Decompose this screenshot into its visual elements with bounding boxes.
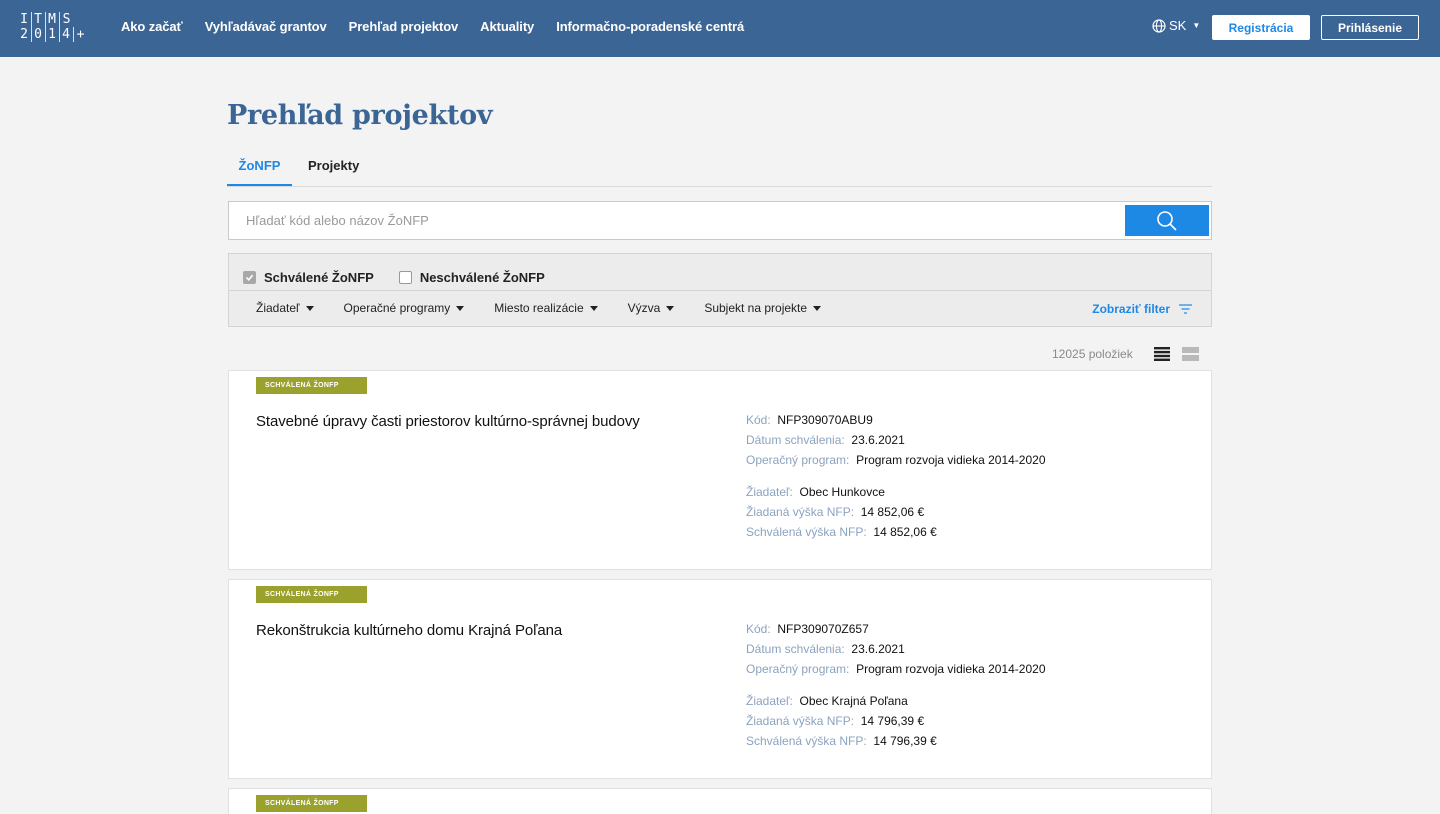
- tab-projekty[interactable]: Projekty: [308, 158, 359, 186]
- tab-bar: ŽoNFP Projekty: [227, 150, 1212, 187]
- caret-down-icon: ▼: [1192, 21, 1201, 30]
- operational-program: Program rozvoja vidieka 2014-2020: [856, 662, 1046, 676]
- project-title[interactable]: Stavebné úpravy časti priestorov kultúrn…: [256, 413, 640, 430]
- meta-label: Žiadateľ:: [746, 694, 793, 708]
- nav-item-prehlad-projektov[interactable]: Prehľad projektov: [349, 19, 459, 34]
- main-nav: Ako začať Vyhľadávač grantov Prehľad pro…: [121, 19, 766, 34]
- show-filter-button[interactable]: Zobraziť filter: [1092, 302, 1193, 316]
- project-code: NFP309070Z657: [777, 622, 869, 636]
- logo-char: I: [18, 12, 32, 27]
- project-meta-financial: Žiadateľ: Obec Krajná Poľana Žiadaná výš…: [746, 691, 937, 751]
- meta-label: Schválená výška NFP:: [746, 734, 867, 748]
- approval-date: 23.6.2021: [851, 642, 905, 656]
- caret-down-icon: [589, 305, 598, 311]
- globe-icon: [1152, 18, 1166, 33]
- dropdown-ziadatel[interactable]: Žiadateľ: [256, 301, 314, 315]
- logo-char: T: [32, 12, 46, 27]
- nav-item-poradenske-centra[interactable]: Informačno-poradenské centrá: [556, 19, 744, 34]
- meta-label: Žiadaná výška NFP:: [746, 505, 855, 519]
- requested-amount: 14 852,06 €: [860, 505, 925, 519]
- approved-checkbox-label: Schválené ŽoNFP: [264, 269, 374, 285]
- meta-label: Žiadateľ:: [746, 485, 793, 499]
- meta-label: Kód:: [746, 413, 771, 427]
- filter-dropdowns: Žiadateľ Operačné programy Miesto realiz…: [256, 301, 851, 315]
- result-count: 12025 položiek: [1052, 347, 1133, 361]
- show-filter-label: Zobraziť filter: [1092, 302, 1170, 316]
- unapproved-checkbox-label: Neschválené ŽoNFP: [419, 269, 545, 285]
- search-button[interactable]: [1125, 205, 1209, 236]
- meta-label: Dátum schválenia:: [746, 433, 845, 447]
- dropdown-operacne-programy[interactable]: Operačné programy: [344, 301, 465, 315]
- tab-zonfp[interactable]: ŽoNFP: [227, 158, 292, 186]
- dropdown-label: Operačné programy: [343, 301, 451, 315]
- card-view-icon[interactable]: [1182, 347, 1199, 361]
- logo-char: 4: [60, 27, 74, 42]
- logo-char: 2: [18, 27, 32, 42]
- search-input[interactable]: [229, 202, 1119, 239]
- language-label: SK: [1169, 18, 1187, 33]
- approval-date: 23.6.2021: [851, 433, 905, 447]
- applicant: Obec Krajná Poľana: [799, 694, 908, 708]
- checkbox-checked-icon: [243, 270, 256, 284]
- search-bar: [228, 201, 1212, 240]
- approved-amount: 14 852,06 €: [873, 525, 937, 539]
- status-badge: SCHVÁLENÁ ŽONFP: [256, 586, 367, 603]
- unapproved-checkbox[interactable]: Neschválené ŽoNFP: [398, 269, 545, 285]
- approved-amount: 14 796,39 €: [873, 734, 937, 748]
- project-meta-primary: Kód: NFP309070ABU9 Dátum schválenia: 23.…: [746, 410, 1046, 470]
- project-meta-primary: Kód: NFP309070Z657 Dátum schválenia: 23.…: [746, 619, 1046, 679]
- top-navigation-bar: I T M S 2 0 1 4 + Ako začať Vyhľadávač g…: [0, 0, 1440, 57]
- logo-char: S: [62, 12, 72, 27]
- applicant: Obec Hunkovce: [799, 485, 885, 499]
- project-card[interactable]: SCHVÁLENÁ ŽONFP Rekonštrukcia kultúrneho…: [228, 579, 1212, 779]
- status-checkboxes: Schválené ŽoNFP Neschválené ŽoNFP: [243, 264, 570, 290]
- project-title[interactable]: Rekonštrukcia kultúrneho domu Krajná Poľ…: [256, 622, 562, 639]
- status-badge: SCHVÁLENÁ ŽONFP: [256, 377, 367, 394]
- logo-char: M: [46, 12, 60, 27]
- operational-program: Program rozvoja vidieka 2014-2020: [856, 453, 1046, 467]
- checkbox-unchecked-icon: [398, 270, 412, 284]
- project-card[interactable]: SCHVÁLENÁ ŽONFP: [228, 788, 1212, 814]
- caret-down-icon: [456, 305, 465, 311]
- meta-label: Dátum schválenia:: [746, 642, 845, 656]
- search-icon: [1157, 210, 1177, 231]
- dropdown-vyzva[interactable]: Výzva: [628, 301, 675, 315]
- meta-label: Žiadaná výška NFP:: [746, 714, 855, 728]
- status-badge: SCHVÁLENÁ ŽONFP: [256, 795, 367, 812]
- page-title: Prehľad projektov: [227, 100, 493, 131]
- logo-char: 0: [32, 27, 46, 42]
- dropdown-label: Subjekt na projekte: [704, 301, 808, 315]
- project-card[interactable]: SCHVÁLENÁ ŽONFP Stavebné úpravy časti pr…: [228, 370, 1212, 570]
- itms-logo[interactable]: I T M S 2 0 1 4 +: [18, 12, 102, 44]
- nav-item-ako-zacat[interactable]: Ako začať: [121, 19, 183, 34]
- filter-icon: [1179, 304, 1192, 314]
- dropdown-subjekt-na-projekte[interactable]: Subjekt na projekte: [704, 301, 822, 315]
- meta-label: Operačný program:: [746, 662, 850, 676]
- logo-char: 1: [46, 27, 60, 42]
- divider: [229, 290, 1211, 291]
- meta-label: Operačný program:: [746, 453, 850, 467]
- nav-item-aktuality[interactable]: Aktuality: [480, 19, 534, 34]
- dropdown-label: Žiadateľ: [256, 301, 300, 315]
- dropdown-label: Výzva: [627, 301, 661, 315]
- filter-panel: Schválené ŽoNFP Neschválené ŽoNFP Žiadat…: [228, 253, 1212, 327]
- dropdown-label: Miesto realizácie: [494, 301, 584, 315]
- project-meta-financial: Žiadateľ: Obec Hunkovce Žiadaná výška NF…: [746, 482, 937, 542]
- project-code: NFP309070ABU9: [777, 413, 873, 427]
- meta-label: Kód:: [746, 622, 771, 636]
- nav-item-vyhladavac-grantov[interactable]: Vyhľadávač grantov: [205, 19, 327, 34]
- register-button[interactable]: Registrácia: [1212, 15, 1310, 40]
- list-view-icon[interactable]: [1154, 347, 1170, 361]
- approved-checkbox[interactable]: Schválené ŽoNFP: [243, 270, 374, 285]
- dropdown-miesto-realizacie[interactable]: Miesto realizácie: [494, 301, 598, 315]
- caret-down-icon: [305, 305, 314, 311]
- meta-label: Schválená výška NFP:: [746, 525, 867, 539]
- logo-char: +: [76, 27, 86, 42]
- language-selector[interactable]: SK ▼: [1152, 18, 1200, 33]
- caret-down-icon: [813, 305, 822, 311]
- requested-amount: 14 796,39 €: [860, 714, 925, 728]
- caret-down-icon: [666, 305, 675, 311]
- login-button[interactable]: Prihlásenie: [1321, 15, 1419, 40]
